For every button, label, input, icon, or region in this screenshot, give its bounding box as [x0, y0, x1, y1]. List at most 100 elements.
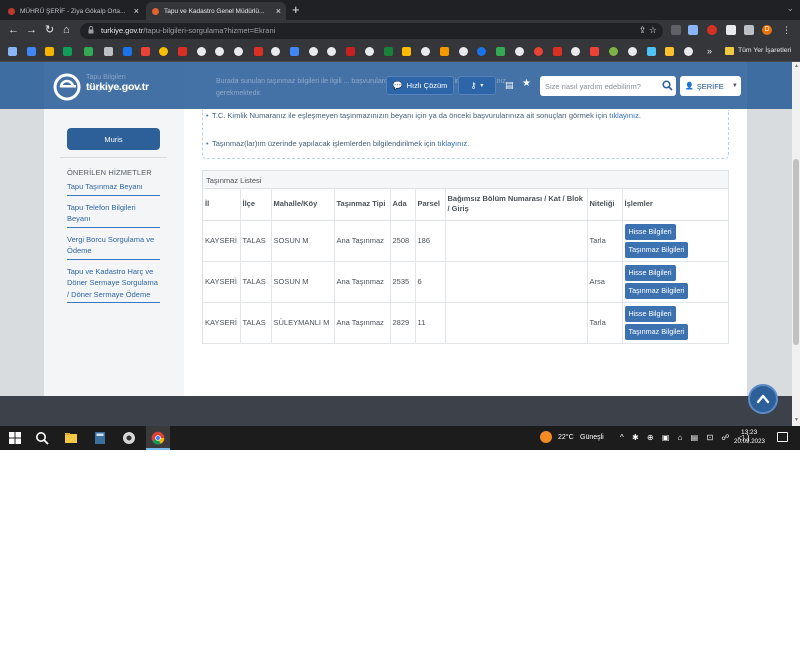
taskbar-clock-date[interactable]: 20.09.2023: [734, 438, 765, 445]
bookmark-icon[interactable]: [123, 47, 132, 56]
bookmark-icon[interactable]: [290, 47, 299, 56]
scroll-up-arrow-icon[interactable]: ▲: [794, 63, 799, 69]
bookmark-icon[interactable]: [384, 47, 393, 56]
bookmark-icon[interactable]: [178, 47, 187, 56]
bookmark-icon[interactable]: [684, 47, 693, 56]
file-explorer-icon[interactable]: [64, 431, 78, 445]
browser-tab-muhru-serif[interactable]: MÜHRÜ ŞERİF - Ziya Gökalp Orta... ×: [2, 2, 144, 20]
page-scrollbar[interactable]: ▲ ▼: [792, 62, 800, 426]
system-tray-icons[interactable]: ^ ✱ ⊕ ▣ ⌂ ▤ ⊡ ☍ ◁): [620, 433, 753, 442]
cell-mahalle: SOSUN M: [270, 261, 334, 303]
scroll-to-top-button[interactable]: [748, 384, 778, 414]
bookmark-icon[interactable]: [402, 47, 411, 56]
bookmark-icon[interactable]: [63, 47, 72, 56]
browser-menu-icon[interactable]: ⋮: [782, 24, 791, 36]
service-link-tasinmaz-beyani[interactable]: Tapu Taşınmaz Beyanı: [67, 180, 160, 196]
info-link-bilgilendirme[interactable]: tıklayınız.: [438, 139, 470, 148]
info-link-kimlik[interactable]: tıklayınız.: [609, 111, 641, 120]
bookmark-icon[interactable]: [27, 47, 36, 56]
tasinmaz-bilgileri-button[interactable]: Taşınmaz Bilgileri: [624, 282, 689, 299]
id-card-icon[interactable]: ▤: [505, 80, 514, 91]
taskbar-clock-time[interactable]: 13:23: [741, 429, 757, 436]
bookmark-icon[interactable]: [309, 47, 318, 56]
weather-description[interactable]: Güneşli: [580, 434, 604, 441]
bookmark-icon[interactable]: [628, 47, 637, 56]
all-bookmarks-link[interactable]: Tüm Yer İşaretleri: [738, 47, 791, 54]
logo-text[interactable]: türkiye.gov.tr: [86, 81, 149, 93]
forward-arrow-icon[interactable]: →: [26, 24, 37, 36]
service-link-vergi-borcu[interactable]: Vergi Borcu Sorgulama ve Ödeme: [67, 233, 160, 260]
close-tab-icon[interactable]: ×: [276, 6, 281, 16]
user-menu-button[interactable]: 👤 ŞERİFE ▼: [680, 76, 741, 96]
search-icon[interactable]: [35, 431, 49, 445]
turkiye-gov-logo-icon[interactable]: [52, 72, 82, 102]
tasinmaz-bilgileri-button[interactable]: Taşınmaz Bilgileri: [624, 241, 689, 258]
bookmark-icon[interactable]: [477, 47, 486, 56]
notification-center-icon[interactable]: [777, 432, 788, 442]
tab-search-chevron-icon[interactable]: ⌄: [786, 3, 794, 14]
bookmark-icon[interactable]: [665, 47, 674, 56]
bookmark-icon[interactable]: [365, 47, 374, 56]
bookmark-icon[interactable]: [553, 47, 562, 56]
tools-dropdown-button[interactable]: ⚷ ▾: [458, 76, 496, 95]
profile-avatar[interactable]: D: [762, 25, 772, 35]
bookmark-icon[interactable]: [496, 47, 505, 56]
windows-start-icon[interactable]: [8, 431, 22, 445]
service-link-harc-doner-sermaye[interactable]: Tapu ve Kadastro Harç ve Döner Sermaye S…: [67, 265, 160, 303]
hisse-bilgileri-button[interactable]: Hisse Bilgileri: [624, 305, 676, 322]
bookmark-icon[interactable]: [327, 47, 336, 56]
side-panel-icon[interactable]: [744, 25, 754, 35]
scroll-down-arrow-icon[interactable]: ▼: [794, 417, 799, 423]
address-bar[interactable]: turkiye.gov.tr/tapu-bilgileri-sorgulama?…: [80, 23, 663, 39]
scrollbar-thumb[interactable]: [793, 159, 799, 345]
bookmark-icon[interactable]: [104, 47, 113, 56]
bookmark-icon[interactable]: [421, 47, 430, 56]
bookmark-icon[interactable]: [515, 47, 524, 56]
service-link-telefon-beyani[interactable]: Tapu Telefon Bilgileri Beyanı: [67, 201, 160, 228]
bookmark-icon[interactable]: [459, 47, 468, 56]
home-icon[interactable]: ⌂: [63, 24, 70, 36]
bookmark-icon[interactable]: [215, 47, 224, 56]
back-arrow-icon[interactable]: ←: [8, 24, 19, 36]
bookmark-icon[interactable]: [141, 47, 150, 56]
bookmark-icon[interactable]: [234, 47, 243, 56]
more-bookmarks-chevron-icon[interactable]: »: [707, 46, 712, 56]
site-favicon-icon: [8, 7, 15, 15]
weather-temperature[interactable]: 22°C: [558, 434, 574, 441]
close-tab-icon[interactable]: ×: [134, 6, 139, 16]
reload-icon[interactable]: ↻: [45, 24, 54, 36]
bookmark-icon[interactable]: [159, 47, 168, 56]
new-tab-button[interactable]: +: [292, 2, 300, 17]
extension-icon[interactable]: [688, 25, 698, 35]
bookmark-icon[interactable]: [346, 47, 355, 56]
calculator-icon[interactable]: [93, 431, 107, 445]
bookmark-icon[interactable]: [571, 47, 580, 56]
bookmark-icon[interactable]: [534, 47, 543, 56]
share-and-bookmark-star-icon[interactable]: ⇪ ☆: [639, 25, 657, 36]
tasinmaz-bilgileri-button[interactable]: Taşınmaz Bilgileri: [624, 323, 689, 340]
bookmark-icon[interactable]: [271, 47, 280, 56]
chrome-taskbar-button[interactable]: [146, 426, 170, 450]
hizli-cozum-button[interactable]: 💬 Hızlı Çözüm: [386, 76, 454, 95]
media-app-icon[interactable]: [122, 431, 136, 445]
bookmark-icon[interactable]: [590, 47, 599, 56]
bookmark-icon[interactable]: [254, 47, 263, 56]
extension-icon[interactable]: [671, 25, 681, 35]
bookmark-icon[interactable]: [647, 47, 656, 56]
hisse-bilgileri-button[interactable]: Hisse Bilgileri: [624, 264, 676, 281]
search-input[interactable]: [540, 76, 656, 96]
hisse-bilgileri-button[interactable]: Hisse Bilgileri: [624, 223, 676, 240]
extension-icon[interactable]: [707, 25, 717, 35]
bookmark-icon[interactable]: [84, 47, 93, 56]
bookmark-icon[interactable]: [8, 47, 17, 56]
bookmark-icon[interactable]: [440, 47, 449, 56]
search-icon[interactable]: [662, 80, 673, 91]
weather-sun-icon[interactable]: [540, 431, 552, 443]
bookmark-icon[interactable]: [609, 47, 618, 56]
browser-tab-tapu-kadastro[interactable]: Tapu ve Kadastro Genel Müdürlü... ×: [146, 2, 286, 20]
muris-button[interactable]: Muris: [67, 128, 160, 150]
extensions-puzzle-icon[interactable]: [726, 25, 736, 35]
bookmark-icon[interactable]: [45, 47, 54, 56]
bookmark-icon[interactable]: [197, 47, 206, 56]
star-icon[interactable]: ★: [522, 78, 531, 89]
